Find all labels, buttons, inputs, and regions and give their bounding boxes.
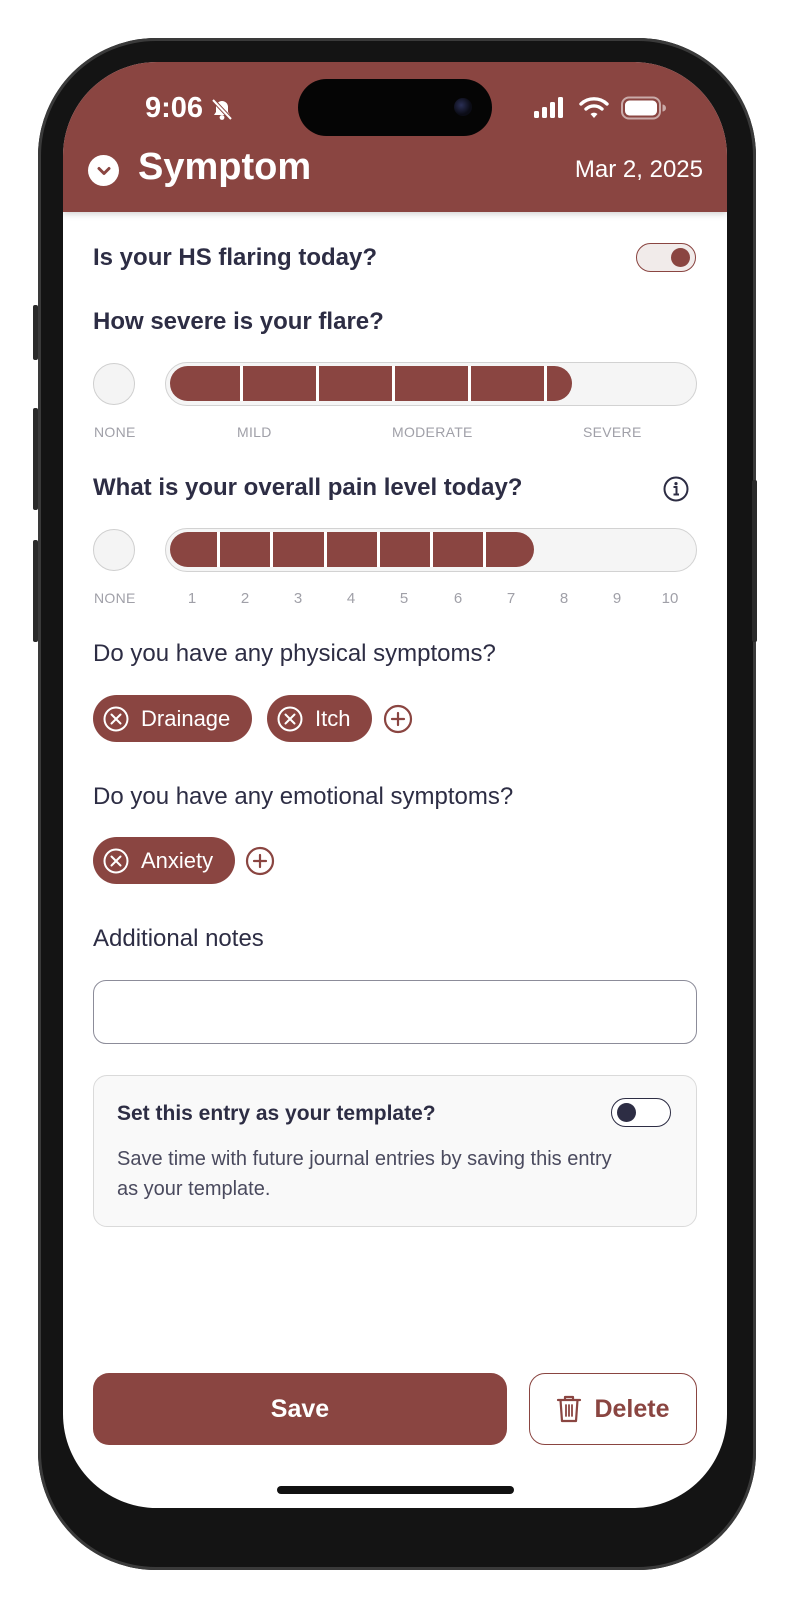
severity-none-option[interactable]: [93, 363, 135, 405]
chip-anxiety[interactable]: Anxiety: [93, 837, 236, 884]
pain-none-option[interactable]: [93, 529, 135, 571]
delete-button[interactable]: Delete: [529, 1373, 697, 1445]
app-header: 9:06 Symptom Mar 2, 2025: [63, 62, 727, 212]
pain-scale-label: 9: [612, 590, 622, 607]
entry-date[interactable]: Mar 2, 2025: [575, 156, 703, 184]
severity-step-divider: [240, 366, 243, 401]
chip-drainage[interactable]: Drainage: [93, 695, 253, 742]
template-card: Set this entry as your template? Save ti…: [93, 1075, 697, 1227]
app-screen: 9:06 Symptom Mar 2, 2025 Is your HS flar…: [63, 62, 727, 1508]
pain-scale-label: 10: [661, 590, 679, 607]
flare-question: Is your HS flaring today?: [93, 244, 378, 271]
pain-step-divider: [377, 532, 380, 567]
dynamic-island: [298, 79, 492, 136]
severity-label-none: NONE: [94, 424, 136, 440]
add-physical-symptom-icon[interactable]: [383, 704, 413, 734]
status-time: 9:06: [145, 92, 204, 124]
cellular-signal-icon: [534, 97, 563, 118]
collapse-button[interactable]: [88, 155, 119, 186]
pain-scale-label: 5: [399, 590, 409, 607]
chip-label: Drainage: [141, 705, 231, 731]
flare-toggle[interactable]: [636, 243, 696, 272]
status-icons: [533, 96, 667, 120]
pain-slider[interactable]: [165, 528, 697, 572]
severity-label-moderate: MODERATE: [392, 424, 473, 440]
template-description: Save time with future journal entries by…: [117, 1148, 612, 1200]
severity-step-divider: [392, 366, 395, 401]
trash-icon: [557, 1395, 582, 1423]
bell-slash-icon: [211, 98, 233, 121]
notes-input[interactable]: [93, 980, 697, 1044]
camera-icon: [454, 98, 472, 116]
volume-down-button: [33, 540, 38, 642]
pain-scale-label: 2: [240, 590, 250, 607]
pain-step-divider: [324, 532, 327, 567]
template-toggle[interactable]: [611, 1098, 671, 1127]
silent-switch: [33, 305, 38, 360]
pain-step-divider: [217, 532, 220, 567]
pain-fill: [170, 532, 534, 567]
delete-label: Delete: [594, 1394, 670, 1423]
pain-step-divider: [430, 532, 433, 567]
pain-scale-label: 8: [559, 590, 569, 607]
chevron-down-icon: [97, 166, 110, 175]
pain-label-none: NONE: [94, 590, 136, 606]
page-title: Symptom: [138, 146, 312, 188]
notes-label: Additional notes: [93, 925, 264, 952]
remove-icon[interactable]: [102, 705, 130, 733]
remove-icon[interactable]: [102, 847, 130, 875]
remove-icon[interactable]: [276, 705, 304, 733]
severity-step-divider: [316, 366, 319, 401]
chip-itch[interactable]: Itch: [267, 695, 373, 742]
chip-label: Itch: [315, 705, 351, 731]
severity-slider[interactable]: [165, 362, 697, 406]
toggle-knob: [671, 248, 690, 267]
severity-question: How severe is your flare?: [93, 308, 384, 335]
add-emotional-symptom-icon[interactable]: [245, 846, 275, 876]
power-button: [752, 480, 757, 642]
save-button[interactable]: Save: [93, 1373, 507, 1445]
pain-scale-label: 4: [346, 590, 356, 607]
volume-up-button: [33, 408, 38, 510]
pain-step-divider: [483, 532, 486, 567]
pain-scale-label: 1: [187, 590, 197, 607]
severity-label-severe: SEVERE: [583, 424, 642, 440]
pain-question: What is your overall pain level today?: [93, 474, 523, 501]
pain-scale-label: 7: [506, 590, 516, 607]
home-indicator: [277, 1486, 514, 1494]
pain-step-divider: [270, 532, 273, 567]
pain-scale-label: 6: [453, 590, 463, 607]
emotional-question: Do you have any emotional symptoms?: [93, 783, 514, 810]
severity-step-divider: [468, 366, 471, 401]
severity-label-mild: MILD: [237, 424, 272, 440]
toggle-knob: [617, 1103, 636, 1122]
wifi-icon: [579, 97, 609, 118]
chip-label: Anxiety: [141, 847, 214, 873]
battery-icon: [621, 96, 666, 120]
severity-fill: [170, 366, 572, 401]
physical-question: Do you have any physical symptoms?: [93, 640, 496, 667]
pain-scale-label: 3: [293, 590, 303, 607]
severity-step-divider: [544, 366, 547, 401]
info-icon[interactable]: [662, 475, 690, 503]
template-title: Set this entry as your template?: [117, 1102, 436, 1125]
